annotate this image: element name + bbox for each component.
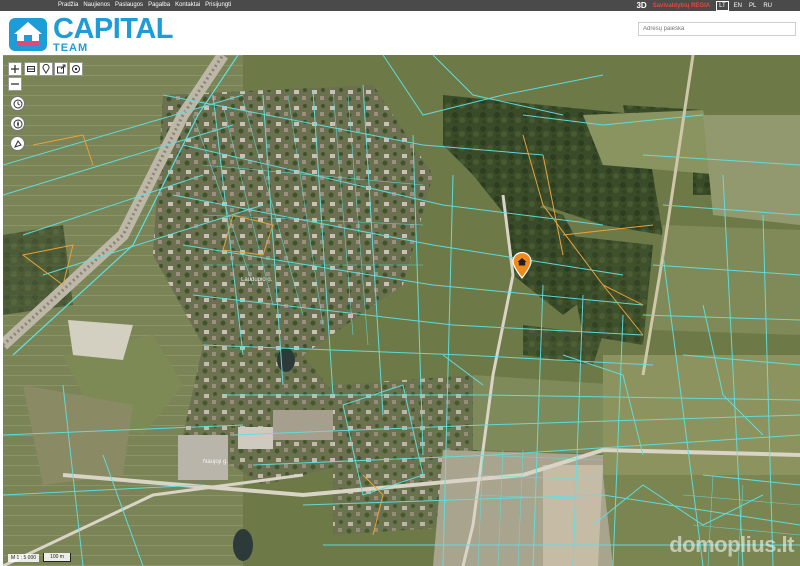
mode-3d-button[interactable]: 3D — [636, 1, 646, 10]
house-logo-icon — [9, 18, 47, 51]
target-button[interactable] — [69, 62, 83, 76]
nav-home[interactable]: Pradžia — [58, 0, 78, 11]
location-pin-button[interactable] — [39, 62, 53, 76]
zoom-in-button[interactable] — [8, 62, 22, 76]
zoom-controls — [8, 62, 22, 91]
map-scale: M 1 : 5 000 100 m — [8, 553, 72, 562]
lang-ru[interactable]: RU — [761, 2, 774, 10]
target-icon — [72, 65, 80, 73]
history-button[interactable] — [10, 96, 25, 111]
layers-button[interactable] — [24, 62, 38, 76]
map-canvas — [3, 55, 800, 566]
brand-subtitle: TEAM — [53, 42, 89, 54]
nav-news[interactable]: Naujienos — [83, 0, 110, 11]
nav-contacts[interactable]: Kontaktai — [175, 0, 200, 11]
nav-login[interactable]: Prisijungti — [205, 0, 231, 11]
property-marker-icon[interactable] — [512, 252, 532, 279]
lang-en[interactable]: EN — [732, 2, 744, 10]
minus-icon — [11, 83, 19, 85]
brand-name: CAPITAL — [53, 13, 174, 45]
measure-button[interactable] — [10, 136, 25, 151]
main-nav: Pradžia Naujienos Paslaugos Pagalba Kont… — [58, 0, 231, 11]
lang-lt[interactable]: LT — [716, 0, 729, 11]
language-switcher: LT EN PL RU — [716, 0, 774, 11]
brand-logo[interactable]: CAPITAL TEAM — [8, 11, 208, 54]
map-tool-row — [24, 62, 83, 76]
compass-icon — [13, 119, 22, 128]
scale-ratio: M 1 : 5 000 — [8, 553, 40, 562]
measure-icon — [13, 139, 22, 148]
layers-icon — [27, 66, 35, 72]
share-icon — [57, 64, 66, 74]
cadastral-map[interactable]: Laudupio g. Naujoji g. domoplius.lt — [3, 55, 800, 566]
nav-help[interactable]: Pagalba — [148, 0, 170, 11]
address-search-input[interactable] — [638, 22, 796, 36]
pin-icon — [42, 64, 50, 74]
share-button[interactable] — [54, 62, 68, 76]
watermark: domoplius.lt — [669, 532, 794, 557]
nav-services[interactable]: Paslaugos — [115, 0, 143, 11]
plus-icon — [11, 65, 19, 73]
top-nav-bar: Pradžia Naujienos Paslaugos Pagalba Kont… — [0, 0, 800, 11]
clock-icon — [13, 99, 22, 108]
zoom-out-button[interactable] — [8, 77, 22, 91]
municipal-regia-link[interactable]: Savivaldybių REGIA — [653, 3, 710, 9]
compass-button[interactable] — [10, 116, 25, 131]
scale-bar: 100 m — [43, 553, 72, 562]
map-side-tools — [10, 96, 25, 151]
street-label-naujoji: Naujoji g. — [203, 459, 229, 465]
street-label-laudupio: Laudupio g. — [241, 277, 273, 283]
lang-pl[interactable]: PL — [747, 2, 758, 10]
top-right-controls: 3D Savivaldybių REGIA LT EN PL RU — [636, 0, 774, 11]
